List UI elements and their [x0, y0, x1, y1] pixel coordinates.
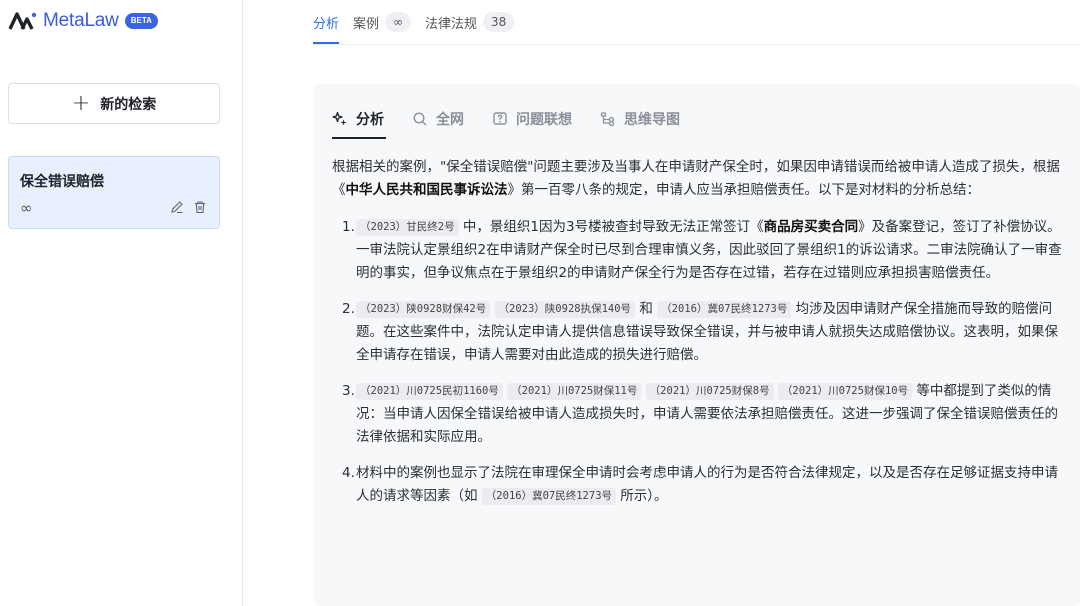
subtab-mindmap-label: 思维导图 — [624, 112, 680, 128]
case-reference[interactable]: （2021）川0725财保10号 — [777, 383, 913, 400]
sparkle-icon — [332, 111, 347, 126]
contract-reference: 商品房买卖合同 — [763, 219, 859, 235]
list-item: 4. 材料中的案例也显示了法院在审理保全申请时会考虑申请人的行为是否符合法律规定… — [332, 462, 1062, 508]
law-reference[interactable]: 中华人民共和国民事诉讼法 — [346, 182, 508, 198]
analysis-subtabs: 分析 全网 问题联想 思维导图 — [332, 100, 708, 139]
subtab-questions[interactable]: 问题联想 — [492, 100, 572, 138]
app-name: MetaLaw — [43, 10, 119, 31]
analysis-content: 根据相关的案例，"保全错误赔偿"问题主要涉及当事人在申请财产保全时，如果因申请错… — [332, 156, 1062, 521]
subtab-mindmap[interactable]: 思维导图 — [600, 100, 680, 138]
delete-icon[interactable] — [193, 200, 207, 214]
tab-cases[interactable]: 案例 ∞ — [353, 0, 412, 44]
edit-icon[interactable] — [170, 200, 184, 214]
list-number: 4. — [342, 465, 355, 481]
subtab-questions-label: 问题联想 — [516, 112, 572, 128]
case-reference[interactable]: （2016）冀07民终1273号 — [657, 301, 792, 318]
new-search-label: 新的检索 — [100, 96, 157, 113]
tab-cases-count: ∞ — [385, 12, 412, 32]
subtab-analysis-label: 分析 — [356, 112, 384, 128]
question-icon — [493, 112, 507, 125]
sidebar: MetaLaw BETA + 新的检索 保全错误赔偿 ∞ — [0, 0, 243, 606]
item-text: 材料中的案例也显示了法院在审理保全申请时会考虑申请人的行为是否符合法律规定，以及… — [356, 465, 1058, 504]
intro-text-2: 》第一百零八条的规定，申请人应当承担赔偿责任。以下是对材料的分析总结： — [507, 182, 981, 198]
case-reference[interactable]: （2021）川0725财保11号 — [507, 383, 642, 400]
case-reference[interactable]: （2023）陕0928财保42号 — [356, 301, 491, 318]
item-text: 所示）。 — [616, 488, 668, 504]
subtab-web[interactable]: 全网 — [412, 100, 464, 138]
list-number: 1. — [342, 219, 355, 235]
tab-laws[interactable]: 法律法规 38 — [425, 0, 515, 44]
analysis-card: 分析 全网 问题联想 思维导图 根据相关的案例，"保全错误赔偿"问题主要涉及当事… — [313, 84, 1080, 606]
result-tabs: 分析 案例 ∞ 法律法规 38 — [313, 0, 528, 44]
history-item-meta: ∞ — [20, 199, 33, 217]
mindmap-icon — [600, 112, 615, 127]
beta-badge: BETA — [124, 13, 158, 29]
list-number: 2. — [342, 301, 355, 317]
plus-icon: + — [71, 90, 91, 116]
new-search-button[interactable]: + 新的检索 — [8, 83, 220, 124]
case-reference[interactable]: （2023）甘民终2号 — [356, 219, 459, 236]
tab-laws-count: 38 — [483, 12, 515, 32]
list-number: 3. — [342, 383, 355, 399]
case-reference[interactable]: （2023）陕0928执保140号 — [494, 301, 636, 318]
tab-analysis-label: 分析 — [313, 16, 340, 32]
list-item: 3. （2021）川0725民初1160号 （2021）川0725财保11号 （… — [332, 380, 1062, 449]
tab-laws-label: 法律法规 — [425, 16, 478, 32]
subtab-web-label: 全网 — [436, 112, 464, 128]
history-item-title: 保全错误赔偿 — [20, 174, 104, 190]
metalaw-logo-icon — [8, 12, 37, 30]
analysis-list: 1. （2023）甘民终2号 中，景组织1因为3号楼被查封导致无法正常签订《商品… — [332, 216, 1062, 508]
search-icon — [413, 112, 427, 126]
logo[interactable]: MetaLaw BETA — [8, 10, 158, 32]
case-reference[interactable]: （2016）冀07民终1273号 — [481, 488, 617, 505]
case-reference[interactable]: （2021）川0725民初1160号 — [356, 383, 503, 400]
history-item[interactable]: 保全错误赔偿 ∞ — [8, 156, 220, 229]
item-text: 和 — [635, 301, 658, 317]
tab-cases-label: 案例 — [353, 16, 380, 32]
intro-paragraph: 根据相关的案例，"保全错误赔偿"问题主要涉及当事人在申请财产保全时，如果因申请错… — [332, 156, 1062, 202]
tabs-divider — [313, 44, 1080, 45]
list-item: 2. （2023）陕0928财保42号 （2023）陕0928执保140号 和 … — [332, 298, 1062, 367]
case-reference[interactable]: （2021）川0725财保8号 — [645, 383, 774, 400]
list-item: 1. （2023）甘民终2号 中，景组织1因为3号楼被查封导致无法正常签订《商品… — [332, 216, 1062, 285]
tab-analysis[interactable]: 分析 — [313, 0, 340, 44]
subtab-analysis[interactable]: 分析 — [332, 100, 386, 139]
item-text: 中，景组织1因为3号楼被查封导致无法正常签订《 — [458, 219, 764, 235]
